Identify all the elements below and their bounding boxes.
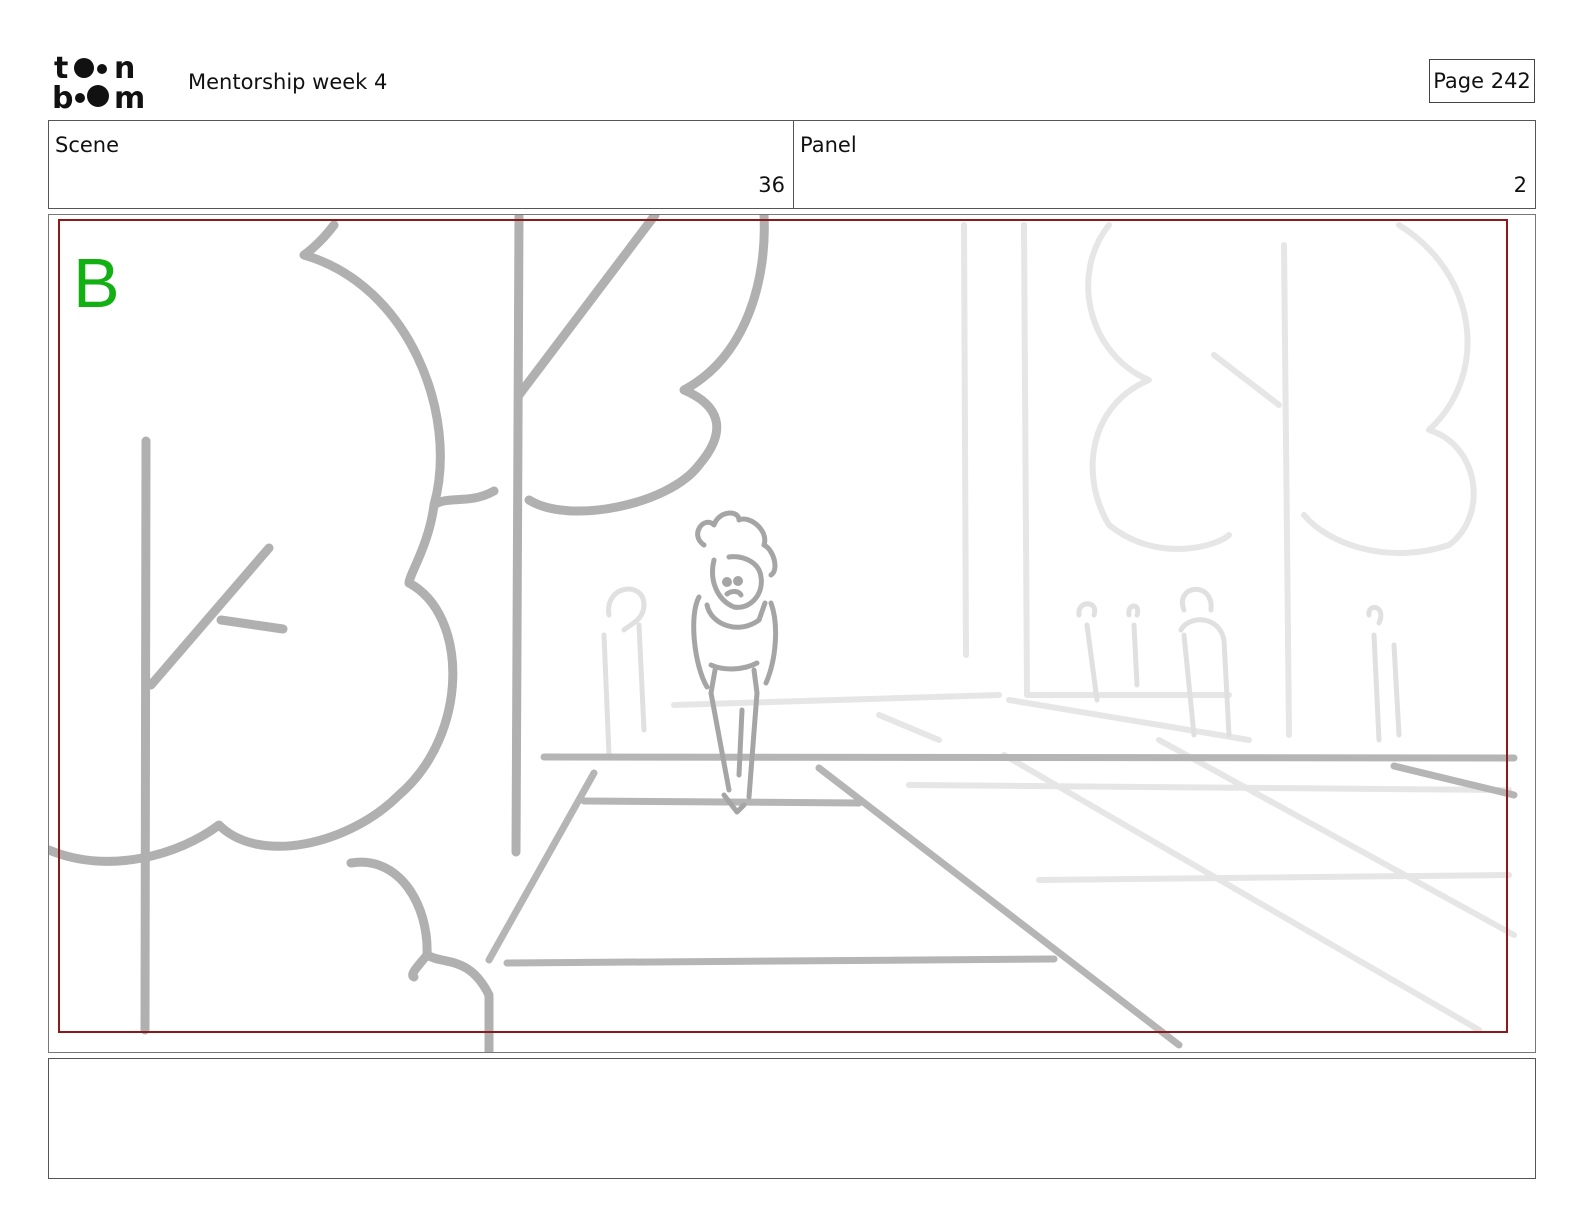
panel-number: 2 — [1513, 173, 1527, 197]
background-figures — [601, 586, 1402, 758]
document-title: Mentorship week 4 — [188, 70, 388, 94]
storyboard-panel-image: B — [48, 214, 1536, 1053]
panel-cell: Panel 2 — [794, 121, 1535, 208]
background-trees — [671, 222, 1517, 1033]
scene-label: Scene — [55, 133, 120, 157]
character-figure — [691, 510, 779, 815]
layer-label: B — [73, 244, 120, 322]
page-number: Page 242 — [1429, 59, 1535, 103]
toon-boom-logo: t n b m — [52, 51, 145, 112]
left-tree — [49, 220, 499, 1052]
ground-lines — [485, 753, 1518, 1049]
panel-notes-box[interactable] — [48, 1058, 1536, 1179]
scene-number: 36 — [758, 173, 785, 197]
scene-cell: Scene 36 — [49, 121, 794, 208]
scene-panel-info: Scene 36 Panel 2 — [48, 120, 1536, 209]
svg-text:b: b — [52, 81, 73, 112]
sketch-drawing: B — [49, 215, 1518, 1052]
svg-text:m: m — [114, 81, 145, 112]
panel-label: Panel — [800, 133, 857, 157]
